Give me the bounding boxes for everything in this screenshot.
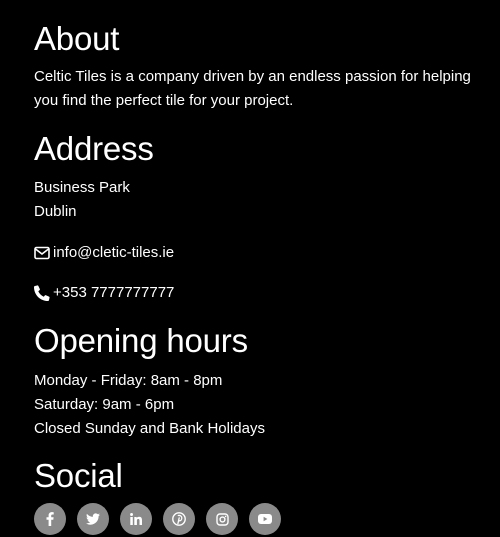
address-line-2: Dublin (34, 203, 77, 220)
address-heading: Address (34, 130, 154, 167)
phone-link[interactable]: +353 7777777777 (34, 281, 174, 305)
about-text: Celtic Tiles is a company driven by an e… (34, 68, 471, 109)
linkedin-button[interactable] (120, 503, 152, 535)
social-links (34, 503, 281, 535)
youtube-button[interactable] (249, 503, 281, 535)
phone-text: +353 7777777777 (53, 284, 175, 301)
instagram-icon (215, 512, 229, 526)
email-text: info@cletic-tiles.ie (53, 244, 175, 261)
email-link[interactable]: info@cletic-tiles.ie (34, 241, 174, 265)
envelope-icon (34, 244, 52, 262)
hours-line-3: Closed Sunday and Bank Holidays (34, 420, 265, 437)
facebook-button[interactable] (34, 503, 66, 535)
youtube-icon (258, 514, 272, 524)
facebook-icon (46, 512, 54, 526)
twitter-icon (86, 513, 100, 525)
pinterest-icon (172, 512, 186, 526)
about-heading: About (34, 20, 120, 57)
pinterest-button[interactable] (163, 503, 195, 535)
opening-hours-heading: Opening hours (34, 322, 248, 359)
hours-line-1: Monday - Friday: 8am - 8pm (34, 372, 223, 389)
linkedin-icon (130, 513, 142, 525)
address-line-1: Business Park (34, 179, 130, 196)
twitter-button[interactable] (77, 503, 109, 535)
phone-icon (34, 284, 52, 302)
social-heading: Social (34, 457, 123, 494)
instagram-button[interactable] (206, 503, 238, 535)
hours-line-2: Saturday: 9am - 6pm (34, 396, 175, 413)
